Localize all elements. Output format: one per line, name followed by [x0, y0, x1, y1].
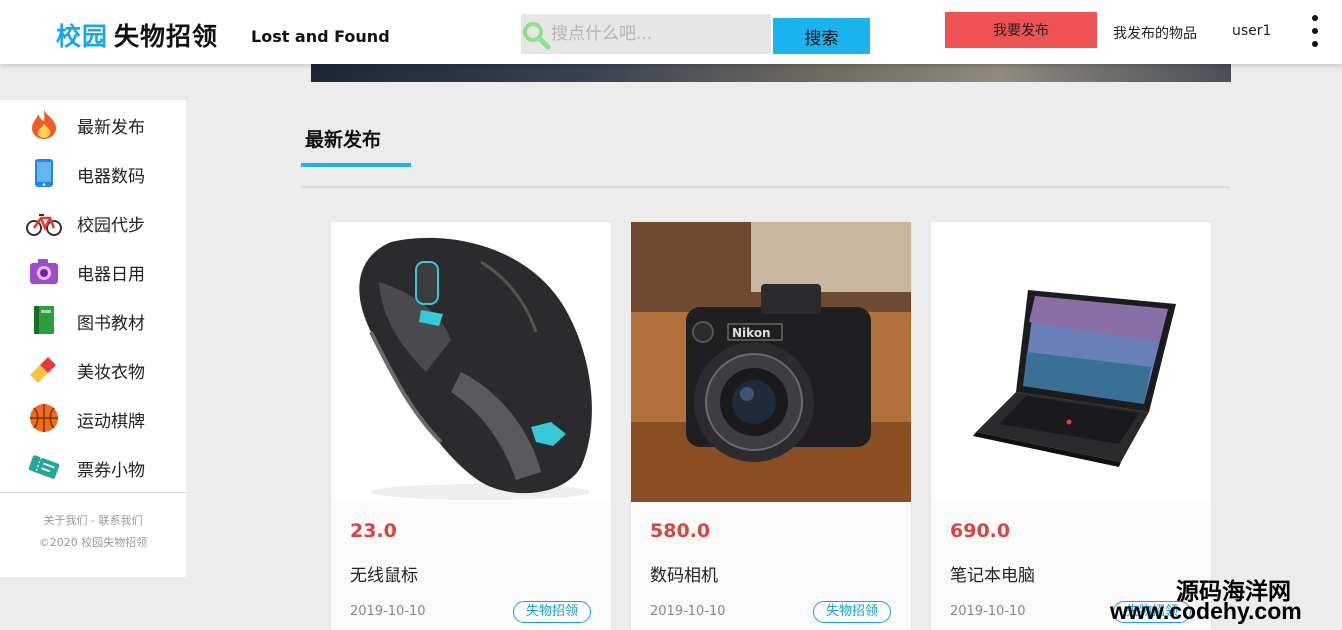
sidebar-item-books[interactable]: 图书教材: [0, 296, 186, 345]
sidebar-item-label: 运动棋牌: [77, 412, 145, 432]
item-price: 690.0: [950, 520, 1011, 542]
search-box: [521, 14, 771, 54]
section-title-underline: [301, 163, 411, 167]
item-card[interactable]: 690.0 笔记本电脑 2019-10-10 失物招领: [931, 222, 1211, 630]
item-tag: 失物招领: [513, 601, 591, 623]
sidebar-item-tickets[interactable]: 票券小物: [0, 443, 186, 492]
sidebar-item-label: 电器数码: [77, 167, 145, 187]
book-icon: [34, 306, 54, 334]
sidebar-item-sports[interactable]: 运动棋牌: [0, 394, 186, 443]
section-title: 最新发布: [305, 129, 382, 151]
item-card[interactable]: Nikon 580.0 数码相机 2019-10-10 失物招领: [631, 222, 911, 630]
sidebar-item-latest[interactable]: 最新发布: [0, 100, 186, 149]
sidebar-divider: [0, 492, 186, 493]
lipstick-icon: [30, 357, 56, 383]
footer-copyright: ©2020 校园失物招领: [38, 536, 148, 549]
logo-main-text: 失物招领: [114, 22, 219, 51]
phone-icon: [35, 159, 53, 187]
logo-accent-text: 校园: [56, 22, 109, 51]
logo-english-text: Lost and Found: [251, 27, 390, 46]
item-tag: 失物招领: [813, 601, 891, 623]
item-date: 2019-10-10: [350, 604, 426, 619]
sidebar-item-label: 美妆衣物: [77, 363, 145, 383]
banner-image[interactable]: [311, 64, 1231, 82]
basketball-icon: [30, 404, 58, 432]
fire-icon: [32, 110, 56, 139]
footer-links[interactable]: 关于我们 - 联系我们: [0, 510, 186, 532]
site-logo[interactable]: 校园 失物招领: [56, 17, 218, 53]
username-link[interactable]: user1: [1232, 23, 1271, 39]
sidebar-item-label: 最新发布: [77, 118, 145, 138]
sidebar-item-transport[interactable]: 校园代步: [0, 198, 186, 247]
item-date: 2019-10-10: [950, 604, 1026, 619]
sidebar-item-label: 电器日用: [77, 265, 145, 285]
my-items-link[interactable]: 我发布的物品: [1113, 23, 1197, 43]
camera-icon: [30, 259, 58, 284]
sidebar-item-digital[interactable]: 电器数码: [0, 149, 186, 198]
item-card[interactable]: 23.0 无线鼠标 2019-10-10 失物招领: [331, 222, 611, 630]
item-title[interactable]: 数码相机: [650, 561, 718, 586]
section-divider: [301, 186, 1230, 188]
search-icon: [523, 22, 551, 50]
sidebar-footer: 关于我们 - 联系我们 ©2020 校园失物招领: [0, 510, 186, 554]
item-price: 23.0: [350, 520, 397, 542]
watermark-url: www.codehy.com: [1110, 598, 1302, 624]
item-title[interactable]: 笔记本电脑: [950, 561, 1035, 586]
item-price: 580.0: [650, 520, 711, 542]
ticket-icon: [28, 455, 60, 479]
item-title[interactable]: 无线鼠标: [350, 561, 418, 586]
sidebar-item-beauty[interactable]: 美妆衣物: [0, 345, 186, 394]
more-vertical-icon[interactable]: [1303, 13, 1327, 51]
camera-image[interactable]: Nikon: [631, 222, 911, 502]
category-sidebar: 最新发布 电器数码 校园代步 电器日用 图书教材 美妆衣物 运动棋牌 票券小物 …: [0, 100, 186, 577]
sidebar-item-label: 图书教材: [77, 314, 145, 334]
sidebar-item-appliances[interactable]: 电器日用: [0, 247, 186, 296]
item-date: 2019-10-10: [650, 604, 726, 619]
mouse-image[interactable]: [331, 222, 611, 502]
publish-button[interactable]: 我要发布: [945, 12, 1097, 48]
svg-text:Nikon: Nikon: [732, 326, 771, 340]
search-button[interactable]: 搜索: [773, 18, 870, 54]
sidebar-item-label: 校园代步: [77, 216, 145, 236]
bicycle-icon: [26, 214, 62, 236]
sidebar-item-label: 票券小物: [77, 461, 145, 481]
search-input[interactable]: [549, 14, 769, 54]
top-header: 校园失物招领 Lost and Found 搜索 我要发布 我发布的物品 use…: [0, 0, 1342, 64]
laptop-image[interactable]: [931, 222, 1211, 502]
